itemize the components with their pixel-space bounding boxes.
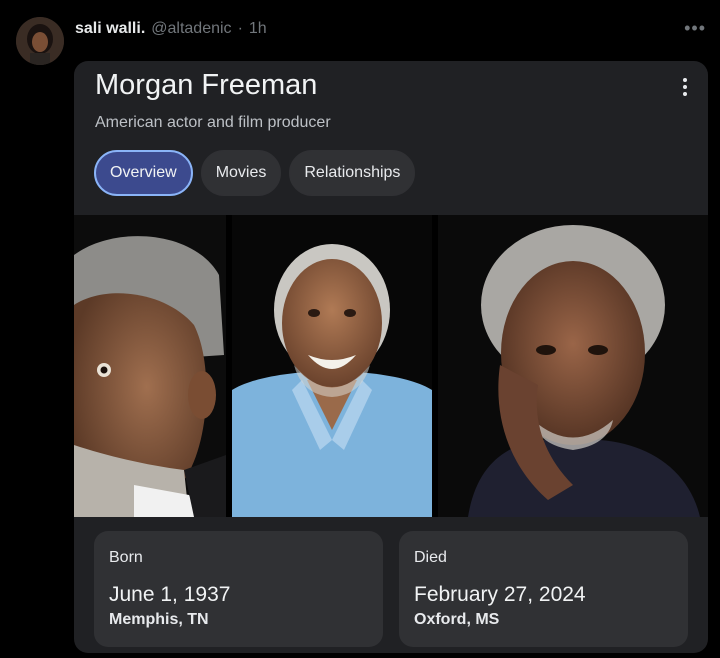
author-handle[interactable]: @altadenic [151, 20, 231, 38]
died-box: Died February 27, 2024 Oxford, MS [399, 531, 688, 647]
died-date: February 27, 2024 [414, 583, 586, 606]
born-label: Born [109, 549, 143, 566]
tab-label: Overview [110, 164, 177, 181]
more-vertical-icon[interactable] [677, 75, 693, 99]
more-horizontal-icon[interactable]: ••• [684, 18, 706, 39]
card-title: Morgan Freeman [95, 69, 318, 101]
died-label: Died [414, 549, 447, 566]
photo-smiling[interactable] [232, 215, 432, 517]
avatar[interactable] [16, 17, 64, 65]
avatar-image [16, 17, 64, 65]
photo-profile[interactable] [74, 215, 226, 517]
born-date: June 1, 1937 [109, 583, 231, 606]
tab-relationships[interactable]: Relationships [289, 150, 416, 196]
tab-label: Relationships [304, 164, 401, 181]
tweet-time[interactable]: 1h [249, 20, 267, 38]
tab-overview[interactable]: Overview [94, 150, 193, 196]
tab-bar: Overview Movies Relationships [94, 150, 416, 196]
knowledge-panel-card: Morgan Freeman American actor and film p… [74, 61, 708, 653]
photo-portrait[interactable] [438, 215, 708, 517]
born-box: Born June 1, 1937 Memphis, TN [94, 531, 383, 647]
tweet-page: sali walli. @altadenic · 1h ••• Morgan F… [0, 0, 720, 658]
author-name[interactable]: sali walli. [75, 20, 145, 38]
card-subtitle: American actor and film producer [95, 114, 331, 131]
photo-strip [74, 215, 708, 517]
tab-movies[interactable]: Movies [200, 150, 282, 196]
tab-label: Movies [215, 164, 267, 181]
born-place[interactable]: Memphis, TN [109, 611, 209, 629]
died-place[interactable]: Oxford, MS [414, 611, 499, 629]
tweet-header: sali walli. @altadenic · 1h [75, 20, 267, 44]
separator-dot: · [237, 20, 243, 37]
